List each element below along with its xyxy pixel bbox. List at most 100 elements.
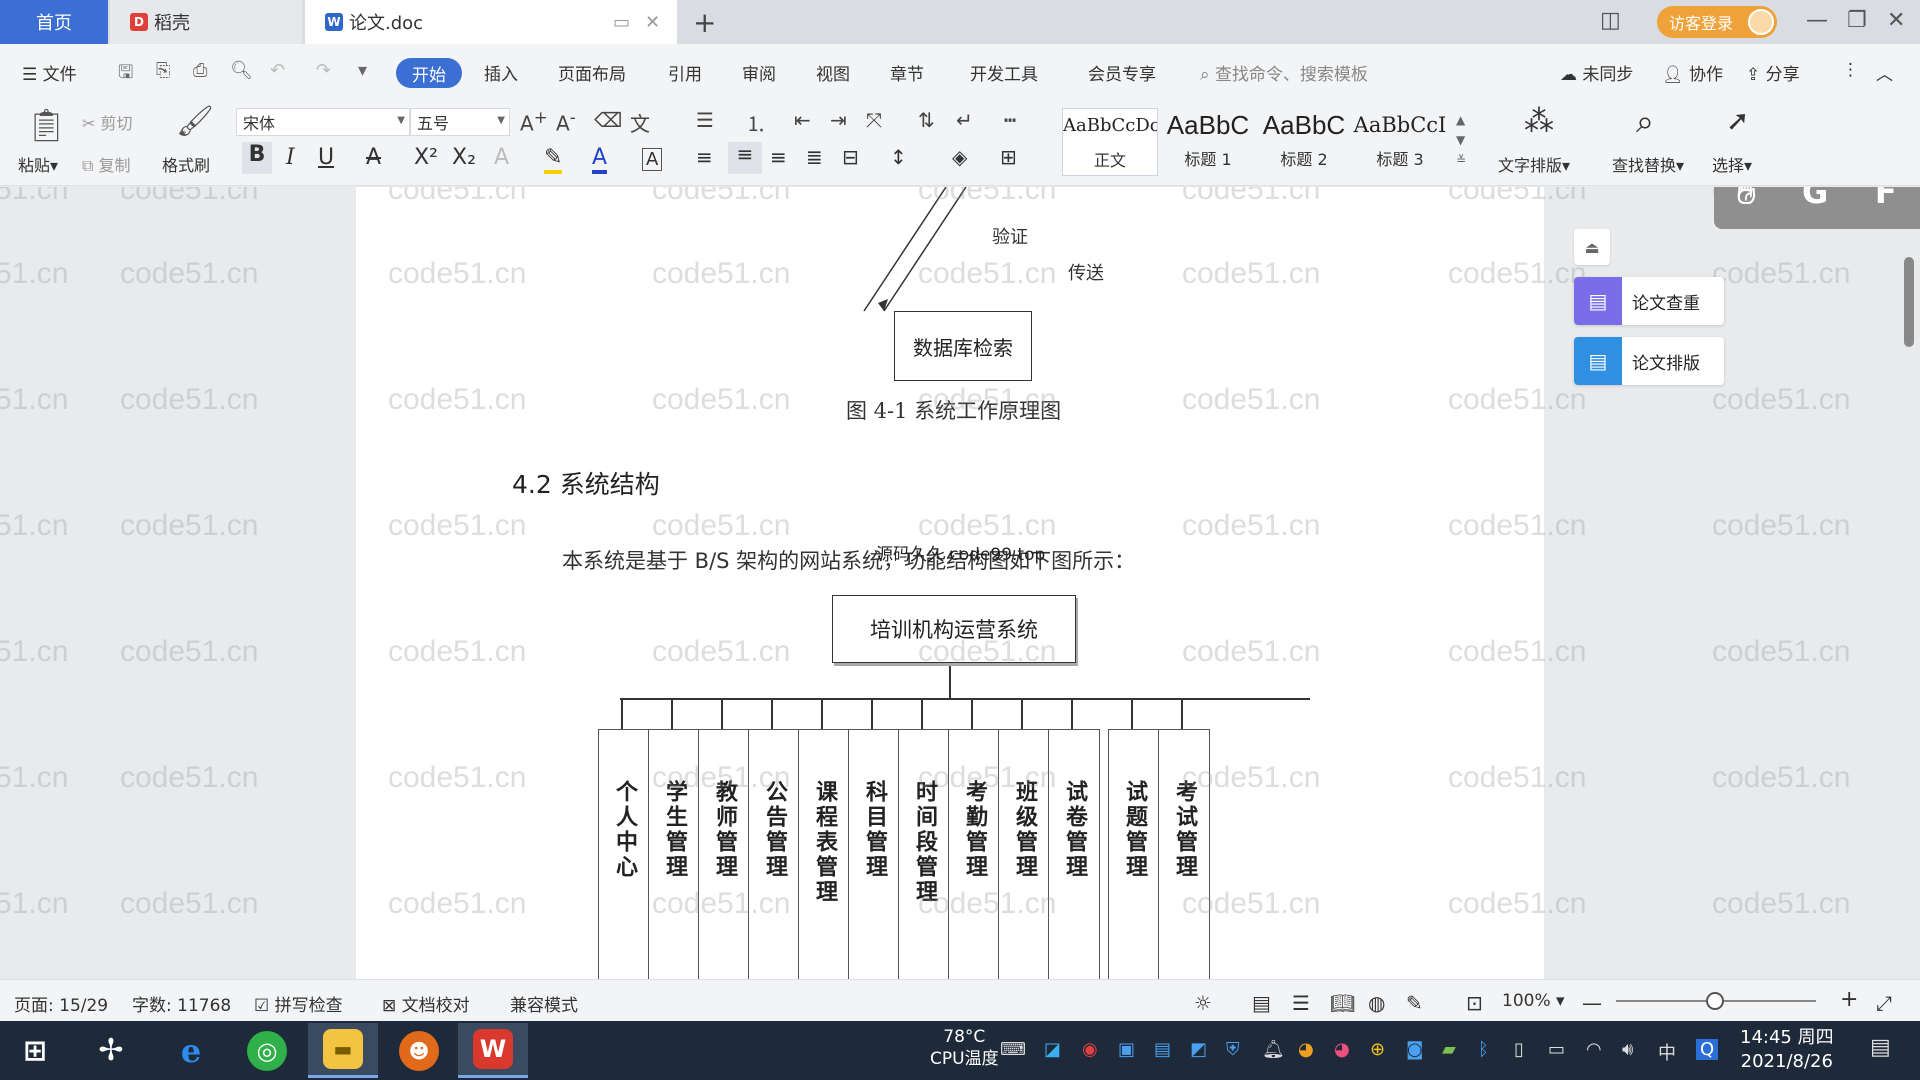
tab-daoke[interactable]: D 稻壳 — [110, 0, 302, 44]
format-painter-button[interactable]: 格式刷 — [162, 152, 210, 176]
read-view-icon[interactable]: 📖︎ — [1330, 991, 1355, 1015]
spell-check-button[interactable]: ☑ 拼写检查 — [254, 991, 343, 1016]
decrease-indent-icon[interactable]: ⇤ — [794, 108, 811, 132]
outline-view-icon[interactable]: ☰ — [1292, 991, 1310, 1015]
tray-update-icon[interactable]: ▣ — [1118, 1039, 1135, 1060]
justify-icon[interactable]: ≣ — [806, 145, 823, 169]
select-button[interactable]: 选择▾ — [1712, 152, 1752, 176]
style-normal[interactable]: AaBbCcDc 正文 — [1062, 108, 1158, 176]
paper-layout-button[interactable]: ▤ 论文排版 — [1574, 337, 1724, 385]
text-effect-button[interactable]: A — [494, 145, 509, 170]
eye-protect-icon[interactable]: ☼ — [1194, 991, 1212, 1015]
redo-icon[interactable]: ↷ — [316, 60, 331, 81]
bluetooth-icon[interactable]: ᛒ — [1478, 1039, 1489, 1060]
battery-icon[interactable]: ▭ — [1548, 1039, 1565, 1060]
paste-button[interactable]: 粘贴▾ — [18, 152, 58, 176]
phonetic-icon[interactable]: 文 — [630, 108, 650, 137]
web-view-icon[interactable]: ◍ — [1368, 991, 1385, 1015]
bell-icon[interactable]: 🔔︎ — [1262, 1039, 1285, 1060]
close-window-icon[interactable]: ✕ — [1887, 8, 1905, 33]
align-left-icon[interactable]: ≡ — [696, 145, 713, 169]
tray-usb-icon[interactable]: ▤ — [1154, 1039, 1171, 1060]
superscript-button[interactable]: X² — [414, 145, 438, 170]
page-view-icon[interactable]: ▤ — [1252, 991, 1271, 1015]
fit-page-icon[interactable]: ⊡ — [1466, 991, 1483, 1015]
style-heading-2[interactable]: AaBbC 标题 2 — [1256, 108, 1352, 176]
italic-button[interactable]: I — [286, 145, 295, 170]
document-page[interactable]: 验证 传送 数据库检索 图 4-1 系统工作原理图 4.2 系统结构 本系统是基… — [356, 187, 1544, 979]
increase-indent-icon[interactable]: ⇥ — [830, 108, 847, 132]
format-painter-icon[interactable]: 🖌︎ — [176, 104, 214, 139]
menu-insert[interactable]: 插入 — [484, 60, 518, 85]
font-color-icon[interactable]: A — [592, 145, 608, 174]
paste-icon[interactable]: 📋︎ — [26, 106, 67, 144]
hand-icon[interactable]: ✋︎ — [1737, 187, 1755, 212]
volume-icon[interactable]: 🔊︎ — [1622, 1039, 1633, 1060]
find-replace-button[interactable]: 查找替换▾ — [1612, 152, 1684, 176]
line-spacing-icon[interactable]: ↕ — [890, 145, 907, 169]
page-indicator[interactable]: 页面: 15/29 — [14, 991, 108, 1016]
fullscreen-icon[interactable]: ⤢ — [1876, 991, 1892, 1015]
menu-start[interactable]: 开始 — [396, 58, 462, 88]
ime-indicator[interactable]: 中 — [1658, 1039, 1676, 1065]
align-center-icon[interactable]: ≡ — [728, 142, 762, 174]
select-cursor-icon[interactable]: ➚ — [1726, 104, 1749, 137]
text-layout-button[interactable]: 文字排版▾ — [1498, 152, 1570, 176]
notification-icon[interactable]: ▤ — [1870, 1035, 1891, 1060]
zoom-out-icon[interactable]: — — [1582, 991, 1602, 1015]
minimize-icon[interactable]: — — [1806, 8, 1828, 33]
nvidia-icon[interactable]: ▰ — [1442, 1039, 1456, 1060]
sort-icon[interactable]: ⇅ — [918, 108, 935, 132]
menu-chapter[interactable]: 章节 — [890, 60, 924, 85]
font-name-select[interactable]: 宋体 ▼ — [236, 108, 410, 136]
tray-app-icon[interactable]: ◪ — [1044, 1039, 1061, 1060]
system-clock[interactable]: 14:45 周四 2021/8/26 — [1740, 1026, 1834, 1074]
float-letter-g[interactable]: G — [1802, 187, 1828, 211]
tab-home[interactable]: 首页 — [0, 0, 108, 44]
table-lines-icon[interactable]: ┅ — [1004, 108, 1016, 132]
menu-page-layout[interactable]: 页面布局 — [558, 60, 626, 85]
undo-icon[interactable]: ↶ — [270, 60, 285, 81]
print-icon[interactable]: ⎙ — [193, 60, 207, 81]
bullet-list-icon[interactable]: ☰ — [696, 108, 714, 132]
underline-button[interactable]: U — [318, 145, 334, 170]
print-preview-icon[interactable]: 🔍︎ — [230, 60, 253, 81]
customize-chevron-icon[interactable]: ▾ — [358, 60, 367, 81]
numbered-list-icon[interactable]: ⒈ — [746, 108, 766, 137]
borders-icon[interactable]: ⊞ — [1000, 145, 1017, 169]
output-icon[interactable]: ⎘ — [156, 60, 170, 81]
zoom-slider-handle[interactable] — [1706, 992, 1724, 1010]
font-size-select[interactable]: 五号 ▼ — [410, 108, 510, 136]
chinese-layout-icon[interactable]: ⤧ — [866, 108, 882, 132]
shield-icon[interactable]: ⛨ — [1226, 1039, 1240, 1060]
restore-icon[interactable]: ❐ — [1847, 8, 1867, 33]
layout-toggle-icon[interactable]: ◫ — [1600, 8, 1621, 33]
panel-collapse-icon[interactable]: ⏏ — [1574, 229, 1610, 265]
clear-format-icon[interactable]: ⌫ — [594, 108, 622, 132]
taskbar-app-ie[interactable]: e — [156, 1023, 226, 1078]
proof-button[interactable]: ⊠ 文档校对 — [382, 991, 470, 1016]
window-mode-icon[interactable]: ▭ — [613, 12, 630, 33]
cut-button[interactable]: ✂ 剪切 — [82, 110, 133, 134]
menu-references[interactable]: 引用 — [668, 60, 702, 85]
shading-icon[interactable]: ◈ — [952, 145, 967, 169]
collapse-ribbon-icon[interactable]: ︿ — [1876, 60, 1893, 85]
tray-plus-icon[interactable]: ⊕ — [1370, 1039, 1385, 1060]
start-button[interactable]: ⊞ — [0, 1023, 70, 1078]
new-tab-button[interactable]: + — [693, 6, 716, 39]
char-border-icon[interactable]: A — [642, 148, 663, 171]
taskbar-app-explorer[interactable]: ▬ — [308, 1023, 378, 1078]
distribute-icon[interactable]: ⊟ — [842, 145, 859, 169]
strikethrough-button[interactable]: A — [366, 145, 381, 170]
collab-button[interactable]: 👤︎ 协作 — [1662, 60, 1723, 85]
style-heading-1[interactable]: AaBbC 标题 1 — [1160, 108, 1256, 176]
style-scroll-icon[interactable]: ▲ ▼ ≚ — [1456, 110, 1466, 170]
tray-sync-icon[interactable]: ◩ — [1190, 1039, 1207, 1060]
word-count[interactable]: 字数: 11768 — [132, 991, 231, 1016]
menu-view[interactable]: 视图 — [816, 60, 850, 85]
bold-button[interactable]: B — [242, 142, 272, 174]
menu-member[interactable]: 会员专享 — [1088, 60, 1156, 85]
float-letter-f[interactable]: F — [1875, 187, 1897, 211]
text-layout-icon[interactable]: ⁂ — [1524, 104, 1554, 139]
zoom-level[interactable]: 100% ▾ — [1502, 991, 1565, 1011]
